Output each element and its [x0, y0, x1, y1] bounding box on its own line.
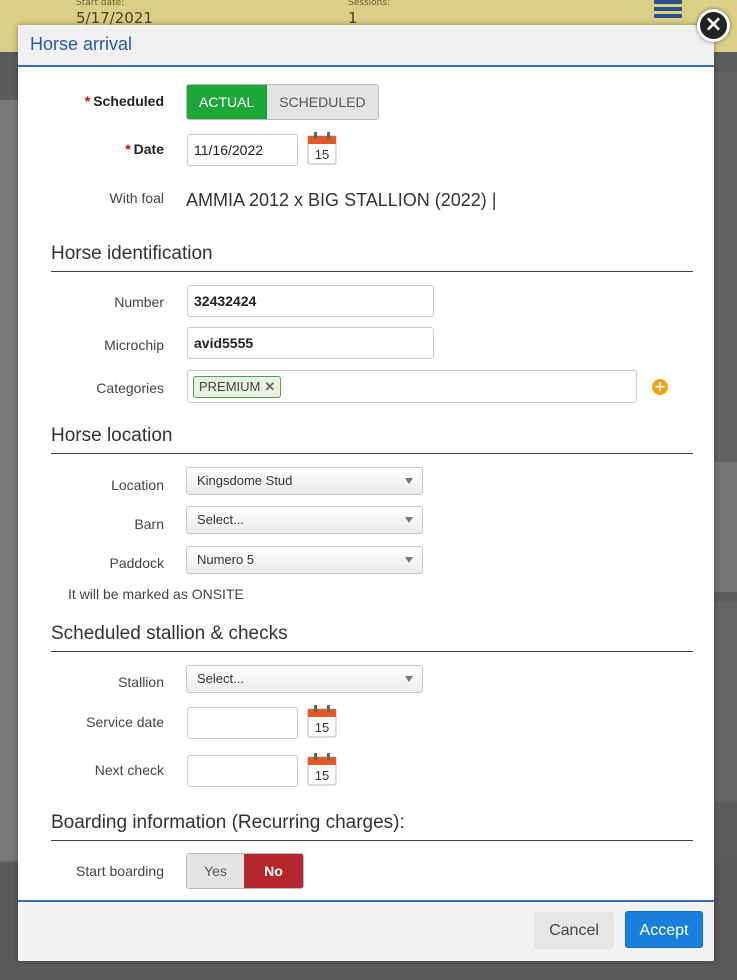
number-label: Number: [114, 294, 164, 310]
chevron-down-icon: [405, 676, 413, 682]
microchip-input[interactable]: avid5555: [187, 327, 434, 359]
calendar-day: 15: [315, 720, 329, 735]
next-check-label: Next check: [94, 762, 164, 778]
add-category-icon[interactable]: +: [652, 379, 668, 395]
calendar-icon[interactable]: 15: [307, 704, 337, 738]
scheduled-label: * Scheduled: [84, 93, 164, 109]
dialog-title: Horse arrival: [30, 34, 133, 54]
list-menu-icon: [654, 0, 682, 18]
date-label: * Date: [125, 141, 164, 157]
next-check-input[interactable]: [187, 755, 298, 787]
dialog-footer: Cancel Accept: [18, 900, 714, 961]
stallion-label: Stallion: [118, 674, 164, 690]
start-boarding-toggle: Yes No: [186, 853, 304, 889]
bg-sessions-label: Sessions:: [348, 0, 391, 8]
start-boarding-label: Start boarding: [76, 863, 164, 879]
cancel-button[interactable]: Cancel: [534, 912, 614, 949]
with-foal-value: AMMIA 2012 x BIG STALLION (2022) |: [186, 190, 497, 210]
microchip-label: Microchip: [104, 337, 164, 353]
boarding-yes-option[interactable]: Yes: [187, 854, 244, 888]
horse-arrival-dialog: Horse arrival * Scheduled ACTUAL SCHEDULE…: [18, 25, 714, 961]
category-tag: PREMIUM ✕: [193, 376, 282, 398]
calendar-day: 15: [315, 768, 329, 783]
onsite-note: It will be marked as ONSITE: [68, 586, 244, 602]
date-input[interactable]: 11/16/2022: [187, 134, 298, 166]
location-select-value: Kingsdome Stud: [197, 473, 293, 488]
section-stallion-checks: Scheduled stallion & checks: [51, 623, 693, 652]
with-foal-label: With foal: [109, 190, 164, 206]
dialog-header: Horse arrival: [18, 25, 714, 67]
scheduled-toggle: ACTUAL SCHEDULED: [186, 84, 379, 120]
chevron-down-icon: [405, 478, 413, 484]
scheduled-option[interactable]: SCHEDULED: [267, 85, 378, 119]
paddock-label: Paddock: [109, 555, 164, 571]
number-input[interactable]: 32432424: [187, 285, 434, 317]
calendar-day: 15: [315, 147, 329, 162]
boarding-no-option[interactable]: No: [244, 854, 303, 888]
calendar-icon[interactable]: 15: [307, 131, 337, 165]
remove-tag-icon[interactable]: ✕: [264, 379, 275, 394]
stallion-select-value: Select...: [197, 671, 244, 686]
barn-select-value: Select...: [197, 512, 244, 527]
category-tag-label: PREMIUM: [199, 379, 261, 394]
section-horse-location: Horse location: [51, 425, 693, 454]
calendar-icon[interactable]: 15: [307, 752, 337, 786]
chevron-down-icon: [405, 517, 413, 523]
categories-label: Categories: [96, 380, 164, 396]
service-date-input[interactable]: [187, 707, 298, 739]
stallion-select[interactable]: Select...: [186, 665, 423, 693]
paddock-select[interactable]: Numero 5: [186, 546, 423, 574]
section-horse-identification: Horse identification: [51, 243, 693, 272]
service-date-label: Service date: [86, 714, 164, 730]
background-right-panels: [714, 52, 737, 962]
bg-start-date-label: Start date:: [76, 0, 125, 8]
chevron-down-icon: [405, 557, 413, 563]
location-label: Location: [111, 477, 164, 493]
barn-label: Barn: [134, 516, 164, 532]
location-select[interactable]: Kingsdome Stud: [186, 467, 423, 495]
actual-option[interactable]: ACTUAL: [187, 85, 268, 119]
close-icon[interactable]: ×: [697, 9, 730, 42]
section-boarding: Boarding information (Recurring charges)…: [51, 812, 693, 841]
paddock-select-value: Numero 5: [197, 552, 255, 567]
accept-button[interactable]: Accept: [625, 911, 703, 948]
barn-select[interactable]: Select...: [186, 506, 423, 534]
